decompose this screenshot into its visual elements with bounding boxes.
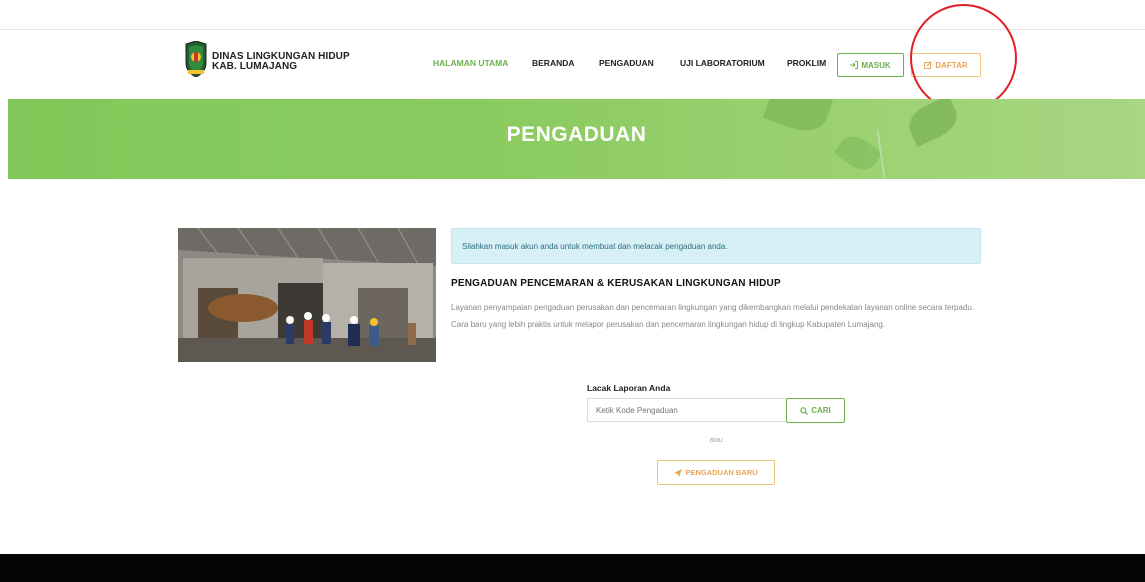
brand-line-2: KAB. LUMAJANG — [212, 61, 298, 72]
send-icon — [674, 468, 683, 477]
masuk-label: MASUK — [861, 60, 891, 70]
page-title: PENGADUAN — [506, 123, 647, 146]
brand-name[interactable]: DINAS LINGKUNGAN HIDUP KAB. LUMAJANG — [212, 52, 350, 72]
masuk-button[interactable]: MASUK — [837, 53, 904, 77]
tracking-code-input[interactable] — [587, 398, 786, 422]
page-banner: PENGADUAN — [8, 99, 1145, 179]
or-text: atau — [709, 437, 723, 444]
daftar-button[interactable]: DAFTAR — [911, 53, 981, 77]
login-alert: Silahkan masuk akun anda untuk membuat d… — [451, 228, 981, 264]
site-header: DINAS LINGKUNGAN HIDUP KAB. LUMAJANG HAL… — [0, 30, 1145, 99]
new-complaint-label: PENGADUAN BARU — [685, 468, 758, 477]
daftar-label: DAFTAR — [935, 60, 968, 70]
logo-emblem-icon[interactable] — [185, 41, 207, 77]
nav-uji-laboratorium[interactable]: UJI LABORATORIUM — [680, 58, 765, 68]
section-title: PENGADUAN PENCEMARAN & KERUSAKAN LINGKUN… — [451, 278, 781, 289]
factory-photo — [178, 228, 436, 362]
nav-proklim[interactable]: PROKLIM — [787, 58, 826, 68]
search-icon — [800, 406, 809, 415]
cari-button[interactable]: CARI — [786, 398, 845, 423]
cari-label: CARI — [811, 406, 831, 415]
site-footer — [0, 554, 1145, 582]
track-label: Lacak Laporan Anda — [587, 383, 671, 393]
nav-halaman-utama[interactable]: HALAMAN UTAMA — [433, 58, 508, 68]
sign-in-icon — [850, 61, 859, 69]
nav-pengaduan[interactable]: PENGADUAN — [599, 58, 654, 68]
section-description: Layanan penyampaian pengaduan perusakan … — [451, 303, 975, 329]
new-complaint-button[interactable]: PENGADUAN BARU — [657, 460, 775, 485]
edit-icon — [924, 61, 933, 69]
nav-beranda[interactable]: BERANDA — [532, 58, 575, 68]
